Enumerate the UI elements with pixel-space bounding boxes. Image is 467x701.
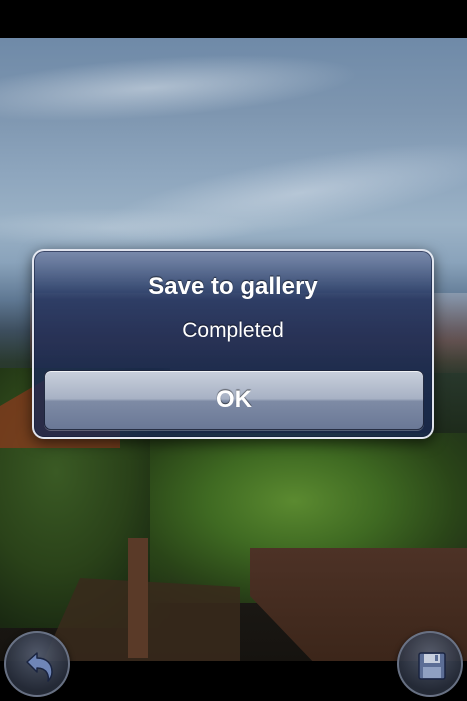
undo-button[interactable] [4,631,70,697]
undo-arrow-icon [26,652,53,682]
cloud [0,208,260,248]
chimney [128,538,148,658]
alert-message: Completed [182,319,284,342]
alert-title: Save to gallery [148,273,318,300]
ok-button[interactable]: OK [44,370,424,430]
cloud [0,43,362,133]
alert-dialog: Save to gallery Completed OK [32,249,434,439]
floppy-disk-save-icon [418,652,446,680]
screen: Save to gallery Completed OK [0,0,467,701]
save-button[interactable] [397,631,463,697]
top-black-bar [0,0,467,38]
